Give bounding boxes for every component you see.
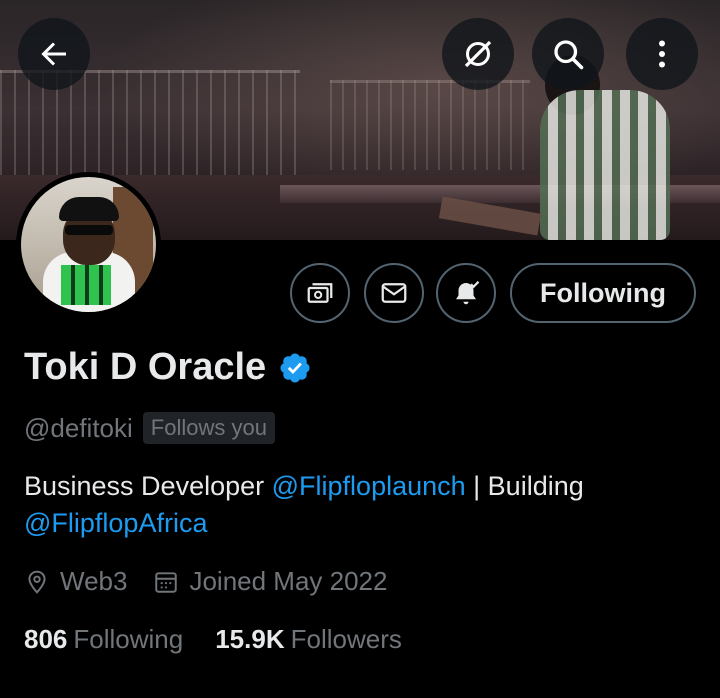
handle: @defitoki [24,412,133,443]
display-name-text: Toki D Oracle [24,346,267,388]
followers-count-link[interactable]: 15.9K Followers [215,624,402,655]
avatar-glasses [65,225,113,235]
verified-badge-icon[interactable] [278,351,312,385]
grok-icon [464,40,492,68]
notifications-button[interactable] [436,263,496,323]
back-button[interactable] [18,18,90,90]
follow-stats: 806 Following 15.9K Followers [24,624,434,655]
location: Web3 [24,566,127,597]
following-count-label: Following [73,624,184,654]
joined-date: Joined May 2022 [153,566,387,597]
bell-check-icon [456,280,480,305]
location-pin-icon [28,570,46,594]
envelope-icon [381,283,407,303]
search-button[interactable] [532,18,604,90]
followers-count-label: Followers [290,624,402,654]
search-icon [554,40,584,70]
bio-text: Business Developer [24,471,272,501]
profile-meta: Web3 Joined May 2022 [24,566,413,597]
avatar-cap [59,197,119,221]
banner-person-body [540,90,670,240]
follows-you-badge: Follows you [142,412,275,444]
more-vertical-icon [659,40,665,68]
location-text: Web3 [60,566,128,596]
grok-button[interactable] [442,18,514,90]
bio-mention-flipfloplaunch[interactable]: @Flipfloplaunch [272,471,466,501]
following-button[interactable]: Following [510,263,696,323]
message-button[interactable] [364,263,424,323]
calendar-icon [155,571,178,593]
display-name: Toki D Oracle [24,346,312,389]
more-button[interactable] [626,18,698,90]
followers-count: 15.9K [215,624,285,654]
joined-text: Joined May 2022 [189,566,388,596]
arrow-left-icon [41,42,66,66]
bio-text: | Building [465,471,584,501]
bio-mention-flipflopafrica[interactable]: @FlipflopAfrica [24,508,207,538]
following-count-link[interactable]: 806 Following [24,624,183,655]
avatar[interactable] [16,172,161,317]
avatar-image [21,177,156,312]
bio: Business Developer @Flipfloplaunch | Bui… [24,468,704,542]
money-icon [307,283,333,303]
following-count: 806 [24,624,68,654]
banner-railing [330,80,530,170]
avatar-shirt-print [61,265,111,305]
handle-row: @defitoki Follows you [24,412,275,444]
subscribe-button[interactable] [290,263,350,323]
